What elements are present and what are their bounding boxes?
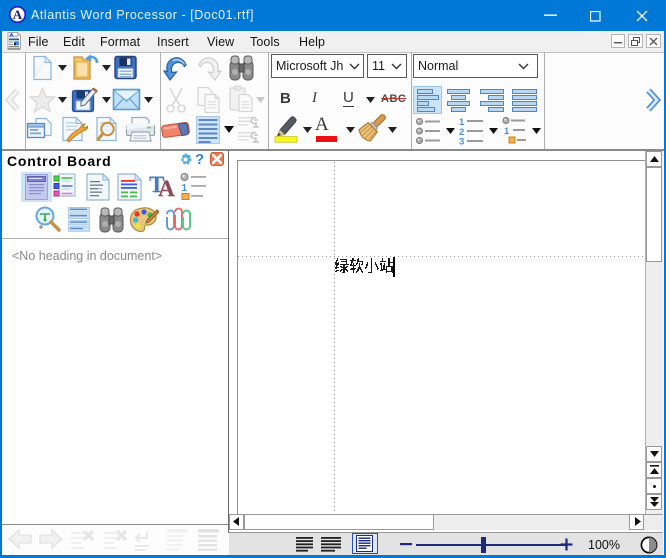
svg-text:1: 1 <box>182 183 188 194</box>
svg-text:A: A <box>13 7 23 22</box>
svg-text:3: 3 <box>459 137 464 146</box>
svg-text:1: 1 <box>504 126 510 137</box>
